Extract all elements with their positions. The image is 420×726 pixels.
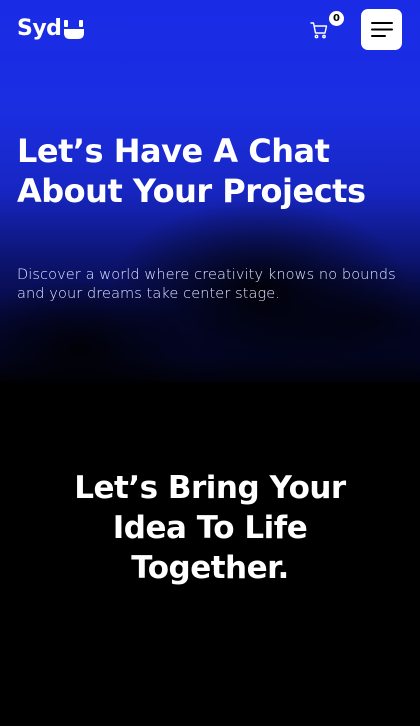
site-logo[interactable]: Syd <box>17 16 85 42</box>
page: Syd 0 Let’s Have A Chat About Your Proje… <box>0 0 420 726</box>
logo-text: Syd <box>17 16 62 41</box>
section-title: Let’s Bring Your Idea To Life Together. <box>0 468 420 588</box>
hero-title-line: Let’s Have A Chat <box>17 132 330 170</box>
section-title-line: Idea To Life <box>112 510 308 546</box>
hero-title-line: About Your Projects <box>17 172 366 210</box>
hero-subtitle-line: and your dreams take center stage. <box>17 286 281 302</box>
hero-subtitle: Discover a world where creativity knows … <box>17 266 412 304</box>
section-title-line: Let’s Bring Your <box>74 470 346 506</box>
cart-button[interactable]: 0 <box>307 11 344 44</box>
section-title-line: Together. <box>131 550 289 586</box>
smile-logo-icon <box>64 20 85 39</box>
menu-button[interactable] <box>361 9 402 50</box>
cart-count-badge: 0 <box>329 11 344 26</box>
shopping-cart-icon <box>310 22 328 39</box>
hero-subtitle-line: Discover a world where creativity knows … <box>17 267 396 283</box>
hamburger-menu-icon <box>371 22 393 37</box>
hero-title: Let’s Have A Chat About Your Projects <box>17 131 412 211</box>
